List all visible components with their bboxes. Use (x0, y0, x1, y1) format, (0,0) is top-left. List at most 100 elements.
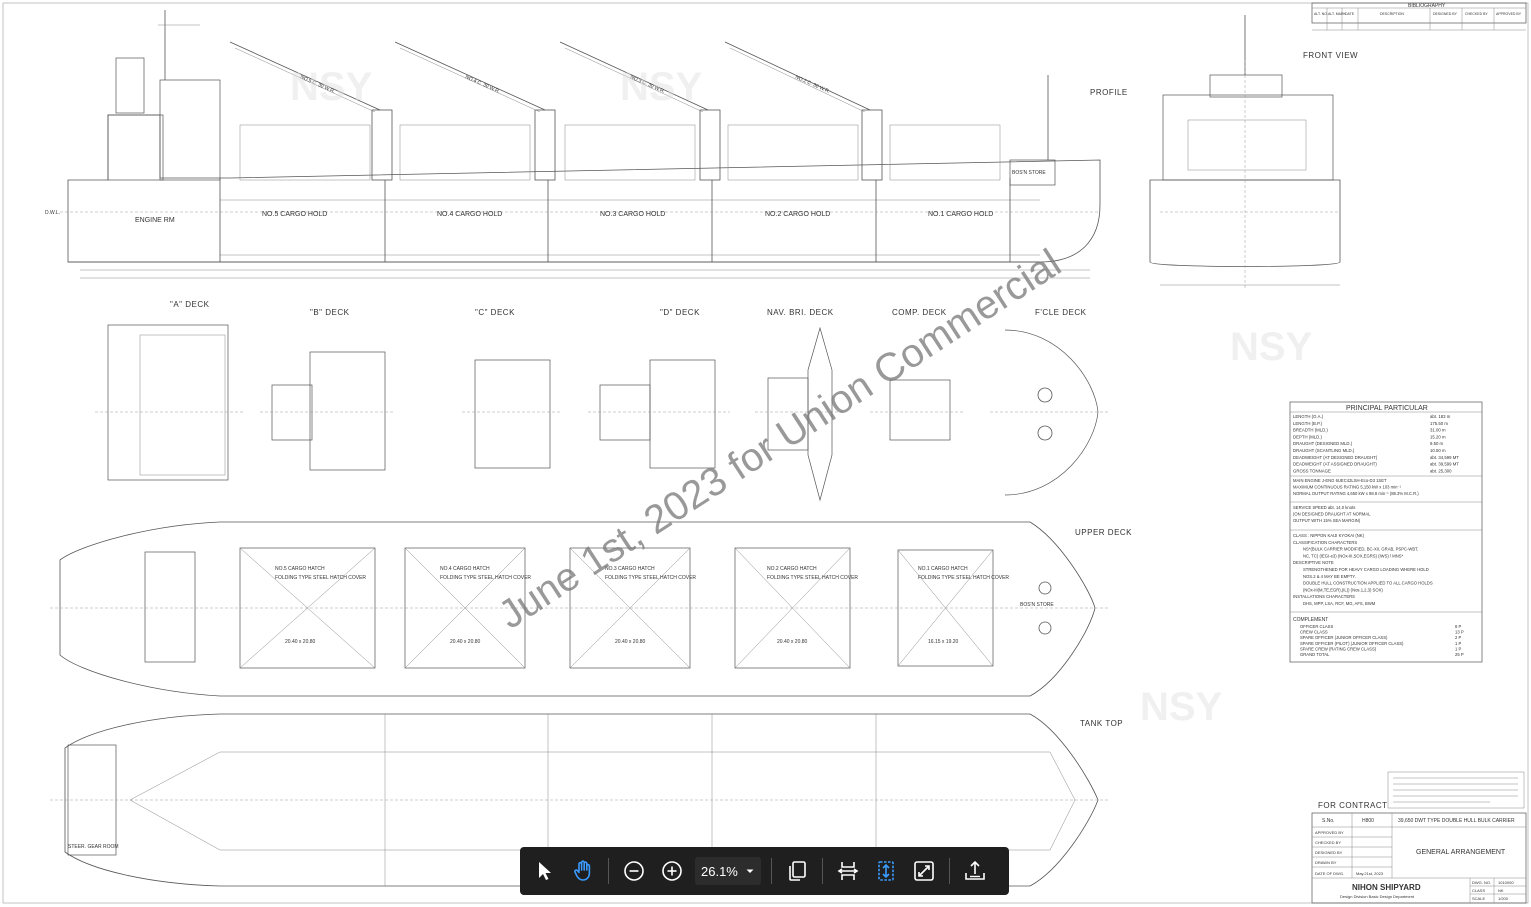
particular-key: DEADWEIGHT (AT DESIGNED DRAUGHT) (1293, 455, 1378, 460)
zoom-level-dropdown[interactable]: 26.1% (695, 857, 761, 885)
biblio-col-description: DESCRIPTION (1380, 12, 1404, 16)
particular-key: LENGTH (B.P.) (1293, 421, 1323, 426)
plus-circle-icon (662, 861, 682, 881)
class-line: DHS, MPP, LSA, RCF, MG, AFS, BWM (1303, 601, 1376, 606)
class-value: NK (1498, 888, 1504, 893)
export-button[interactable] (958, 854, 992, 888)
hatch-4-size: 20.40 x 20.80 (450, 639, 481, 645)
class-line: CLASS : NIPPON KAIJI KYOKAI (NK) (1293, 533, 1365, 538)
particular-value: abt. 39,599 MT (1430, 462, 1459, 467)
particular-key: GROSS TONNAGE (1293, 468, 1331, 473)
nav-bri-deck-label: NAV. BRI. DECK (767, 308, 834, 317)
complement-key: CREW CLASS (1300, 630, 1328, 635)
hatch-4-cover: FOLDING TYPE STEEL HATCH COVER (440, 575, 531, 581)
complement-value: 8 P (1455, 624, 1461, 629)
front-view-label: FRONT VIEW (1303, 51, 1358, 60)
class-line: DOUBLE HULL CONSTRUCTION APPLIED TO ALL … (1303, 581, 1433, 586)
zoom-level-value: 26.1% (701, 863, 738, 879)
particular-value: abt. 183 m (1430, 414, 1451, 419)
fit-width-icon (837, 862, 859, 880)
hatch-2-cover: FOLDING TYPE STEEL HATCH COVER (767, 575, 858, 581)
speed-line: OUTPUT WITH 15% SEA MARGIN) (1293, 518, 1361, 523)
principal-speed: SERVICE SPEED abt. 14.0 knots (ON DESIGNE… (1293, 505, 1371, 523)
drawing-title: GENERAL ARRANGEMENT (1416, 849, 1506, 856)
department: Design Division Basic Design Department (1340, 894, 1415, 899)
profile-view: D.W.L. PROFILE ENGINE RM NO.5 CARGO HOLD… (45, 10, 1128, 279)
bosn-store-profile: BOS'N STORE (1012, 170, 1046, 176)
class-line: NS*(BULK CARRIER MODIFIED, BC-XII, GRAB,… (1303, 547, 1418, 552)
approved-by-label: APPROVED BY (1315, 830, 1344, 835)
particular-value: 10.50 m (1430, 448, 1446, 453)
c-deck-label: "C" DECK (475, 308, 515, 317)
zoom-in-button[interactable] (655, 854, 689, 888)
engine-line: MAXIMUM CONTINUOUS RATING 5,150 kW x 103… (1293, 485, 1402, 490)
dwg-no-value: 1010000 (1498, 880, 1514, 885)
checked-by-label: CHECKED BY (1315, 840, 1341, 845)
upper-deck-label: UPPER DECK (1075, 528, 1132, 537)
complement-key: GRAND TOTAL (1300, 652, 1330, 657)
crane-4-label: NO.4 C. 30 W.R. (464, 74, 500, 95)
particular-value: 175.50 m (1430, 421, 1448, 426)
particular-value: 9.50 m (1430, 441, 1444, 446)
hold-1-label: NO.1 CARGO HOLD (928, 211, 993, 218)
hatch-1-size: 16.15 x 19.20 (928, 639, 959, 645)
fit-page-icon (878, 861, 894, 881)
complement-key: SPARE CREW (RATING CREW CLASS) (1300, 646, 1377, 651)
page-view-button[interactable] (780, 854, 814, 888)
s-no-label: S.No. (1322, 818, 1335, 824)
speed-line: SERVICE SPEED abt. 14.0 knots (1293, 505, 1355, 510)
speed-line: (ON DESIGNED DRAUGHT AT NORMAL (1293, 512, 1371, 517)
hatch-3-size: 20.40 x 20.80 (615, 639, 646, 645)
d-deck-label: "D" DECK (660, 308, 700, 317)
toolbar-separator (949, 858, 950, 884)
hold-4-label: NO.4 CARGO HOLD (437, 211, 502, 218)
upload-tray-icon (965, 860, 985, 880)
zoom-out-button[interactable] (617, 854, 651, 888)
scale-label: SCALE (1472, 896, 1485, 901)
particular-value: abt. 25,300 (1430, 468, 1452, 473)
drawn-by-label: DRAWN BY (1315, 860, 1337, 865)
complement-title: COMPLEMENT (1293, 617, 1328, 623)
general-arrangement-drawing: D.W.L. PROFILE ENGINE RM NO.5 CARGO HOLD… (2, 2, 1529, 904)
complement-key: OFFICER CLASS (1300, 624, 1333, 629)
particular-value: abt. 34,599 MT (1430, 455, 1459, 460)
complement-key: SPARE OFFICER (PILOT) (JUNIOR OFFICER CL… (1300, 641, 1404, 646)
hatch-1-cover: FOLDING TYPE STEEL HATCH COVER (918, 575, 1009, 581)
particular-key: DRAUGHT (SCANTLING MLD.) (1293, 448, 1355, 453)
a-deck-label: "A" DECK (170, 300, 210, 309)
biblio-col-alt-mark: ALT. MARK (1328, 12, 1346, 16)
bibliography-title: BIBLIOGRAPHY (1408, 3, 1446, 9)
cursor-arrow-icon (539, 862, 551, 880)
fit-width-button[interactable] (831, 854, 865, 888)
svg-text:NSY: NSY (1230, 325, 1313, 369)
svg-text:NSY: NSY (290, 65, 373, 109)
pan-tool-button[interactable] (566, 854, 600, 888)
principal-rows: LENGTH (O.A.) abt. 183 m LENGTH (B.P.) 175.… (1293, 414, 1459, 473)
crane-2-label: NO.2 C. 30 W.R. (794, 74, 830, 95)
complement-value: 13 P (1455, 630, 1464, 635)
profile-label: PROFILE (1090, 88, 1128, 97)
svg-text:D.W.L.: D.W.L. (45, 210, 60, 216)
fit-page-button[interactable] (869, 854, 903, 888)
principal-particular-table: PRINCIPAL PARTICULAR LENGTH (O.A.) abt. 1… (1289, 401, 1483, 663)
particular-value: 15.20 m (1430, 434, 1446, 439)
title-block: FOR CONTRACT S.No. H800 39,650 DWT TYPE … (1311, 801, 1527, 904)
bosn-store-deck: BOS'N STORE (1020, 602, 1054, 608)
complement-value: 25 P (1455, 652, 1464, 657)
hand-icon (574, 860, 591, 881)
viewer-toolbar: 26.1% (520, 847, 1009, 895)
hold-3-label: NO.3 CARGO HOLD (600, 211, 665, 218)
fullscreen-button[interactable] (907, 854, 941, 888)
select-tool-button[interactable] (528, 854, 562, 888)
hatch-3-cover: FOLDING TYPE STEEL HATCH COVER (605, 575, 696, 581)
minus-circle-icon (624, 861, 644, 881)
particular-key: LENGTH (O.A.) (1293, 414, 1324, 419)
class-line: INSTALLATIONS CHARACTERS (1293, 594, 1355, 599)
complement-value: 1 P (1455, 646, 1461, 651)
biblio-col-alt-no: ALT. NO. (1314, 12, 1328, 16)
complement-value: 2 P (1455, 635, 1461, 640)
class-label: CLASS (1472, 888, 1485, 893)
class-line: NC, TC) (IEGI-e3) (NOx-III,SOX,EGRS) (IW… (1303, 553, 1404, 558)
biblio-col-date: DATE (1345, 12, 1355, 16)
company-name: NIHON SHIPYARD (1352, 883, 1421, 892)
